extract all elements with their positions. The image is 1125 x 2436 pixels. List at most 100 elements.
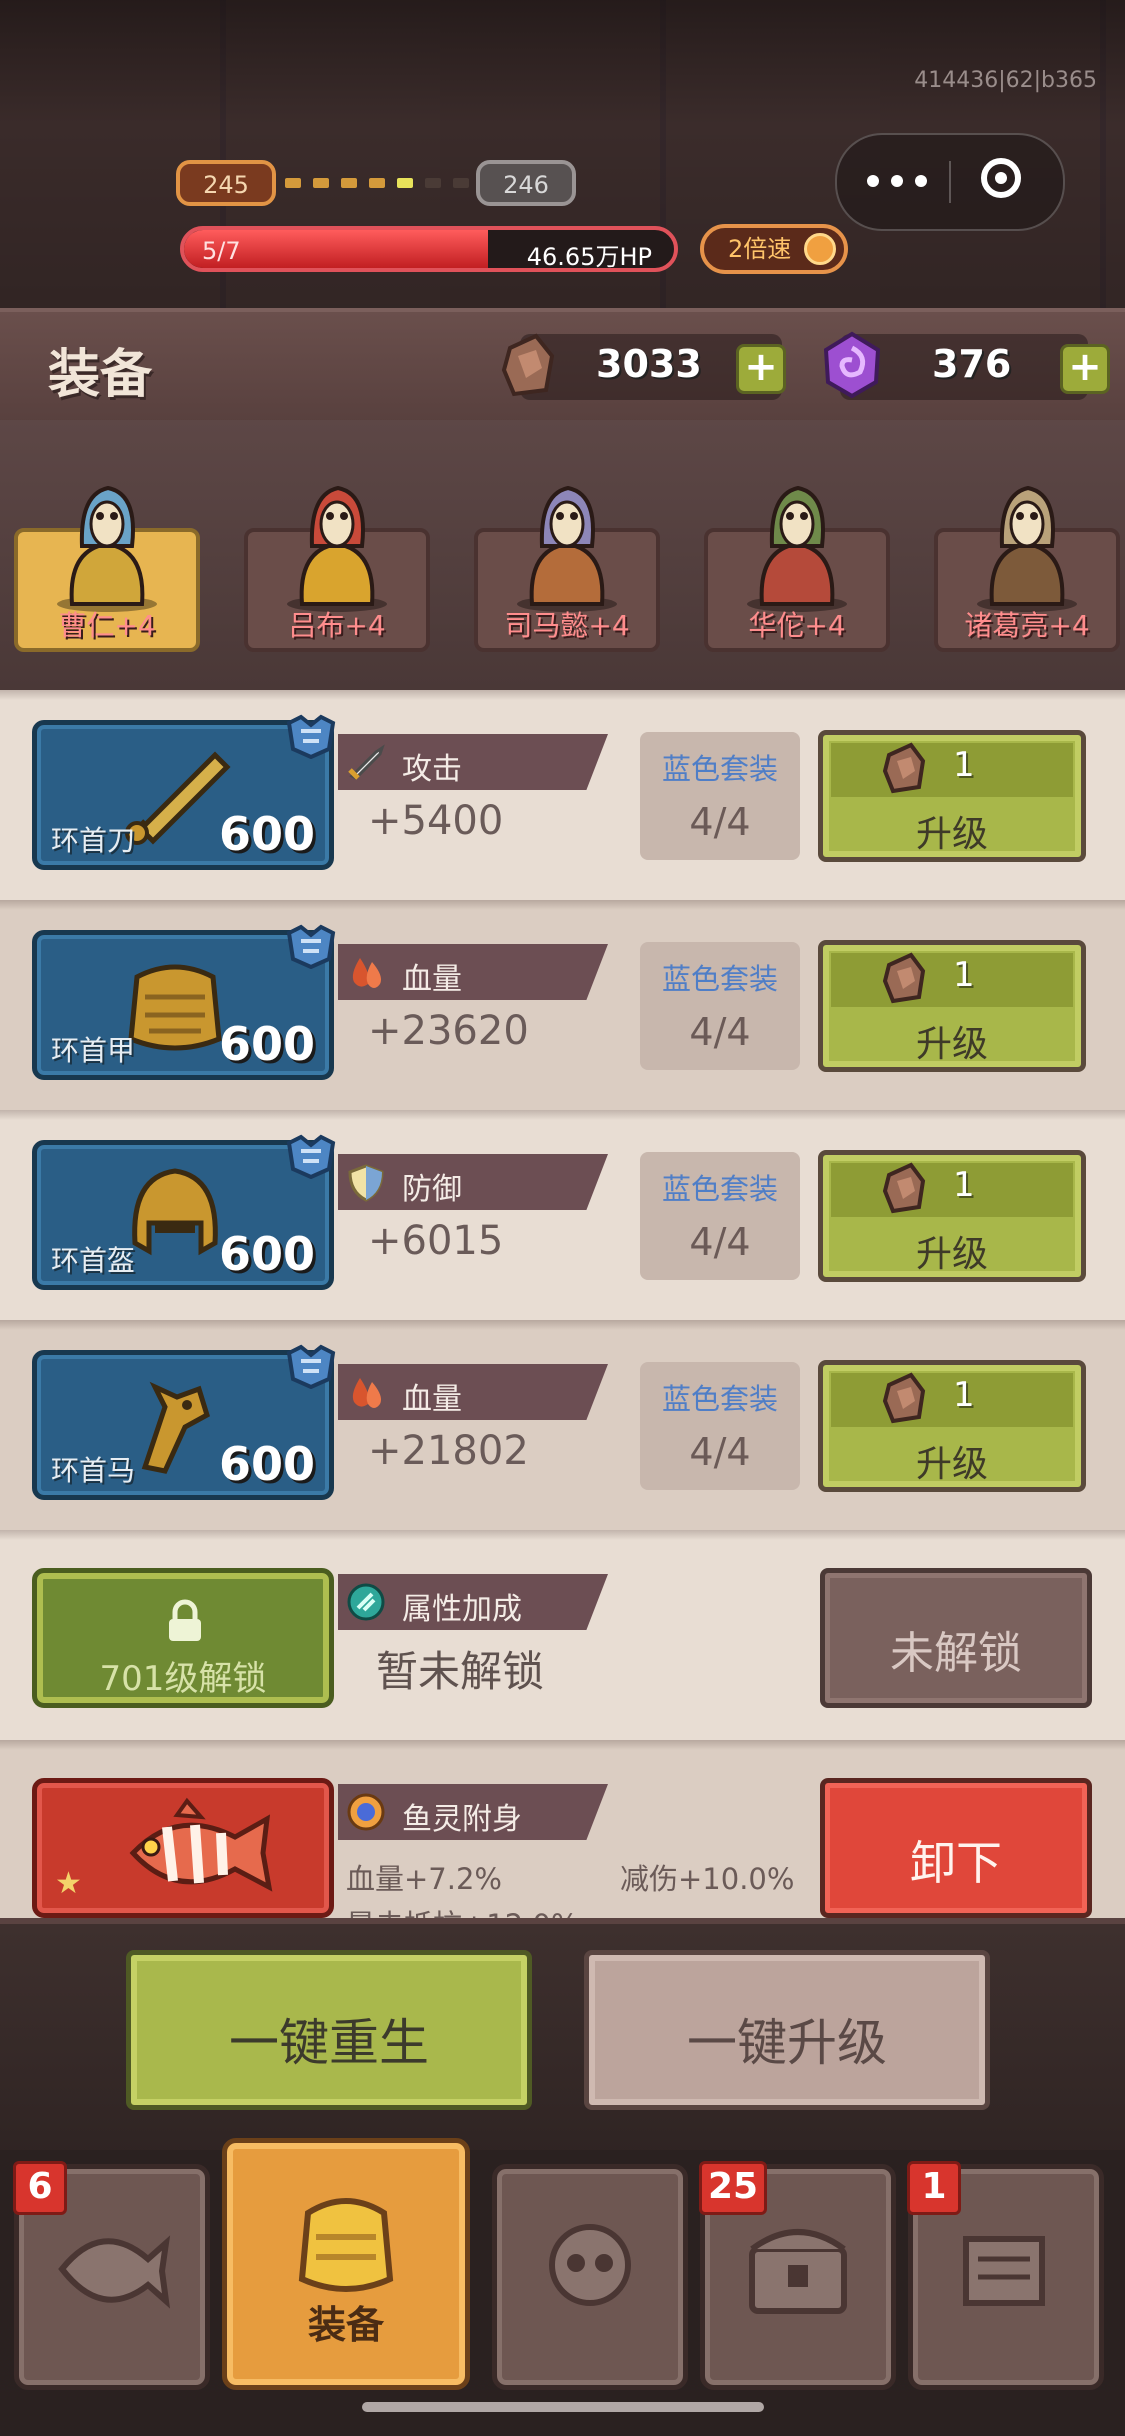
- set-count: 4/4: [689, 1010, 751, 1054]
- add-ore-button[interactable]: +: [736, 344, 786, 394]
- close-target-icon[interactable]: [981, 158, 1021, 198]
- set-bonus: 蓝色套装 4/4: [640, 1362, 800, 1490]
- tab-fish[interactable]: 6: [13, 2161, 210, 2390]
- equipment-level: 600: [218, 807, 315, 861]
- upgrade-cost: 1: [953, 745, 975, 785]
- set-label: 蓝色套装: [661, 962, 778, 996]
- rebirth-label: 一键重生: [229, 2014, 429, 2072]
- set-bonus: 蓝色套装 4/4: [640, 732, 800, 860]
- upgrade-button[interactable]: 1 升级: [818, 1150, 1086, 1282]
- hero-slot[interactable]: 诸葛亮+4: [934, 485, 1120, 652]
- blue-tier-badge-icon: [286, 1134, 336, 1179]
- equipment-list: 环首刀 600 攻击 +5400 蓝色套装 4/4 1 升级 环首甲 600 血量 +23620 蓝色套…: [0, 690, 1125, 1918]
- ore-icon: [501, 333, 555, 397]
- spirit-orb-icon: [347, 1793, 385, 1831]
- scroll-tab-icon: [963, 2236, 1045, 2306]
- blood-drop-icon: [352, 1378, 381, 1408]
- blue-tier-badge-icon: [286, 714, 336, 759]
- equipment-name: 环首马: [51, 1454, 136, 1487]
- hero-portrait-icon: [747, 485, 847, 612]
- fish-tab-icon: [58, 2235, 171, 2309]
- equipment-card[interactable]: 环首马 600: [32, 1344, 336, 1500]
- more-icon[interactable]: [867, 168, 929, 194]
- equipment-row: 环首甲 600 血量 +23620 蓝色套装 4/4 1 升级: [0, 900, 1125, 1110]
- set-label: 蓝色套装: [661, 1172, 778, 1206]
- hero-portrait-icon: [287, 485, 387, 612]
- stat-tag: 攻击: [338, 734, 608, 790]
- notification-badge: 25: [699, 2161, 768, 2215]
- locked-button-label: 未解锁: [890, 1628, 1022, 1679]
- tab-chest[interactable]: 25: [699, 2161, 896, 2390]
- hero-slot[interactable]: 司马懿+4: [474, 485, 660, 652]
- hero-portrait-icon: [517, 485, 617, 612]
- set-count: 4/4: [689, 1220, 751, 1264]
- ore-value: 3033: [596, 342, 702, 386]
- ore-icon: [882, 742, 926, 794]
- stat-label: 血量: [402, 962, 462, 997]
- page-title: 装备: [48, 345, 153, 405]
- upgrade-cost: 1: [953, 1165, 975, 1205]
- hero-portrait-icon: [57, 485, 157, 612]
- equipment-name: 环首刀: [51, 824, 136, 857]
- spirit-row: ★ 鱼灵附身 血量+7.2% 减伤+10.0% 暴击抵抗+12.0% 卸下: [0, 1740, 1125, 1918]
- upgrade-cost: 1: [953, 955, 975, 995]
- boss-hp-bar: 5/7 46.65万HP: [180, 226, 678, 272]
- tab-scroll[interactable]: 1: [907, 2161, 1104, 2390]
- stat-label: 防御: [402, 1172, 462, 1207]
- set-bonus: 蓝色套装 4/4: [640, 942, 800, 1070]
- equipment-row: 环首刀 600 攻击 +5400 蓝色套装 4/4 1 升级: [0, 690, 1125, 900]
- locked-button[interactable]: 未解锁: [820, 1568, 1092, 1708]
- notification-badge: 1: [907, 2161, 961, 2215]
- set-label: 蓝色套装: [661, 752, 778, 786]
- hero-portrait-icon: [977, 485, 1077, 612]
- debug-id: 414436|62|b365: [914, 68, 1097, 93]
- hp-value: 46.65万HP: [526, 243, 652, 271]
- equipment-name: 环首甲: [51, 1034, 136, 1067]
- add-gem-button[interactable]: +: [1060, 344, 1110, 394]
- spirit-title: 鱼灵附身: [402, 1802, 522, 1837]
- equipment-card[interactable]: 环首甲 600: [32, 924, 336, 1080]
- chest-tab-icon: [749, 2229, 847, 2314]
- upgrade-button[interactable]: 1 升级: [818, 730, 1086, 862]
- attribute-tag: 属性加成: [338, 1574, 608, 1630]
- current-level: 245: [176, 160, 276, 206]
- hero-name: 吕布+4: [288, 609, 386, 642]
- equipment-card[interactable]: 环首刀 600: [32, 714, 336, 870]
- hero-slot[interactable]: 曹仁+4: [14, 485, 200, 652]
- equipment-row: 环首盔 600 防御 +6015 蓝色套装 4/4 1 升级: [0, 1110, 1125, 1320]
- tab-label: 装备: [307, 2303, 384, 2347]
- equipment-card[interactable]: 环首盔 600: [32, 1134, 336, 1290]
- blue-tier-badge-icon: [286, 924, 336, 969]
- buff-crit-resist: 暴击抵抗+12.0%: [346, 1902, 578, 1918]
- stat-value: +23620: [368, 1008, 529, 1054]
- stat-tag: 防御: [338, 1154, 608, 1210]
- speed-button[interactable]: 2倍速: [700, 224, 848, 274]
- upgrade-button[interactable]: 1 升级: [818, 1360, 1086, 1492]
- lock-icon: [169, 1599, 201, 1641]
- attribute-row: 701级解锁 属性加成 暂未解锁 未解锁: [0, 1530, 1125, 1740]
- stat-value: +5400: [368, 798, 504, 844]
- hero-name: 诸葛亮+4: [964, 609, 1090, 642]
- upgrade-button[interactable]: 1 升级: [818, 940, 1086, 1072]
- upgrade-label: 升级: [915, 1444, 988, 1485]
- fish-spirit-card[interactable]: ★: [32, 1778, 334, 1918]
- top-hud: 414436|62|b365 245 246 5/7 46.65万HP 2倍速: [0, 0, 1125, 310]
- hero-slot[interactable]: 华佗+4: [704, 485, 890, 652]
- upgrade-label: 升级: [915, 814, 988, 855]
- sword-icon: [348, 744, 385, 780]
- set-count: 4/4: [689, 1430, 751, 1474]
- unlock-card[interactable]: 701级解锁: [32, 1568, 334, 1708]
- skull-tab-icon: [549, 2224, 631, 2306]
- ore-icon: [882, 952, 926, 1004]
- tab-skull[interactable]: [492, 2164, 688, 2390]
- speed-label: 2倍速: [728, 235, 792, 263]
- speedometer-icon: [804, 233, 836, 265]
- one-click-rebirth-button[interactable]: 一键重生: [126, 1950, 532, 2110]
- spirit-tag: 鱼灵附身: [338, 1784, 608, 1840]
- tab-bar: 6 装备 25 1: [0, 2138, 1125, 2436]
- gem-value: 376: [932, 342, 1012, 386]
- unequip-button[interactable]: 卸下: [820, 1778, 1092, 1918]
- tab-armor[interactable]: 装备: [222, 2138, 470, 2390]
- hero-slot[interactable]: 吕布+4: [244, 485, 430, 652]
- one-click-upgrade-button[interactable]: 一键升级: [584, 1950, 990, 2110]
